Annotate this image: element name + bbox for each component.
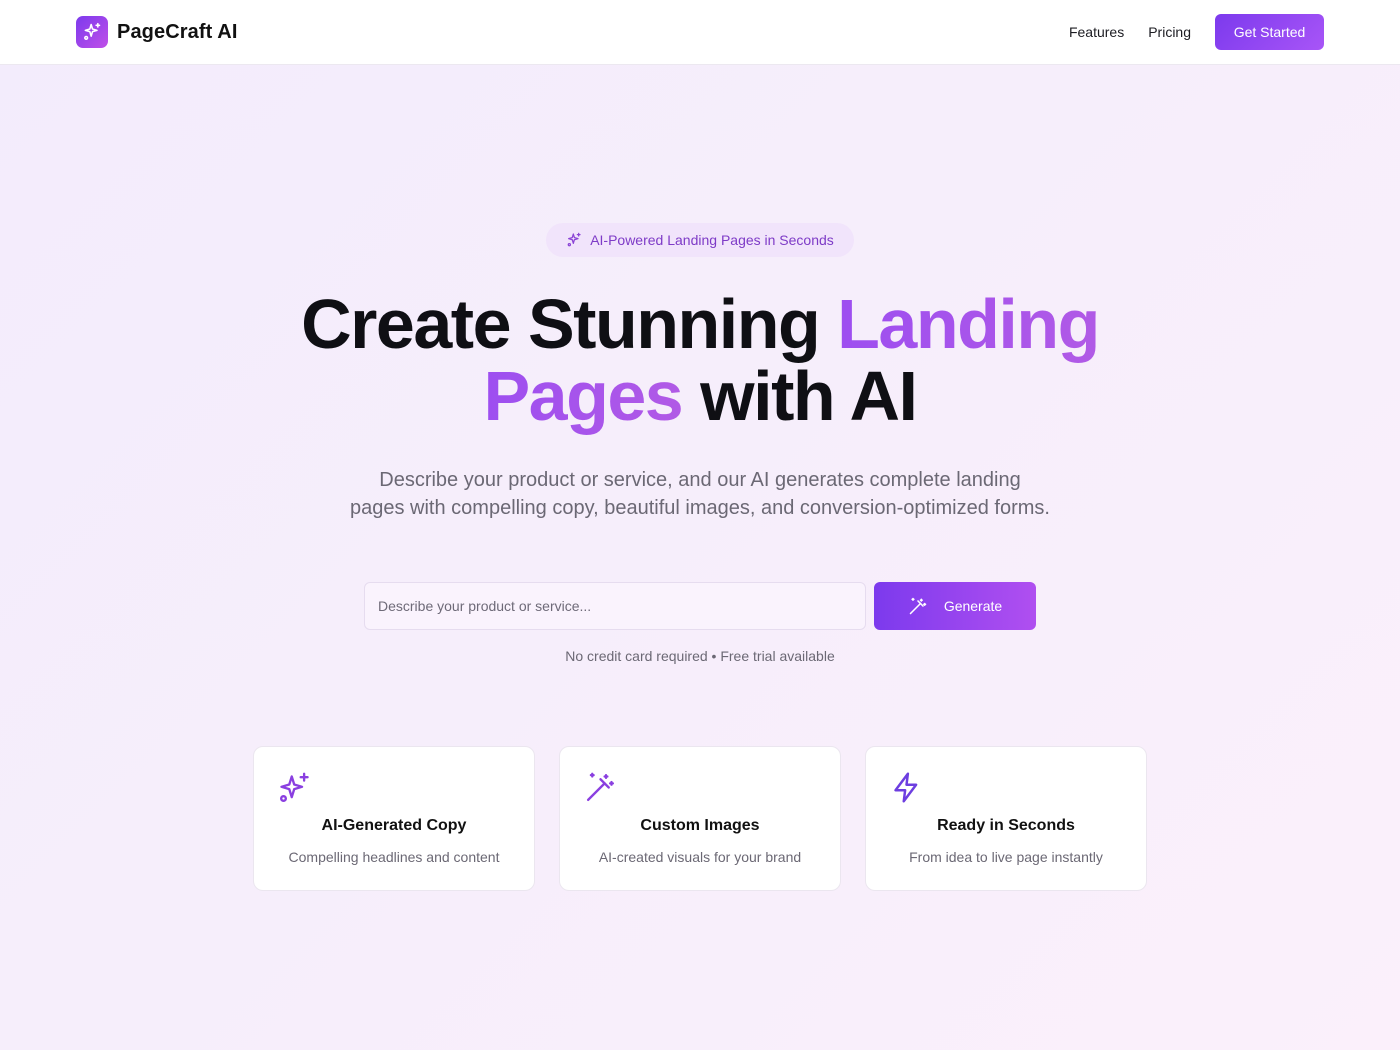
- feature-title: Ready in Seconds: [937, 817, 1075, 834]
- hero-title-part1: Create Stunning: [301, 285, 838, 363]
- feature-title: Custom Images: [640, 817, 760, 834]
- generate-button-label: Generate: [943, 598, 1003, 614]
- hero-badge-label: AI-Powered Landing Pages in Seconds: [590, 232, 834, 248]
- hero-title: Create Stunning Landing Pages with AI: [0, 288, 1400, 432]
- nav-links: Features Pricing Get Started: [1069, 14, 1324, 50]
- hero-title-accent2: Pages: [483, 357, 683, 435]
- nav-link-features[interactable]: Features: [1069, 24, 1124, 40]
- get-started-button[interactable]: Get Started: [1215, 14, 1324, 50]
- feature-title: AI-Generated Copy: [321, 817, 467, 834]
- magic-wand-icon: [909, 597, 927, 615]
- feature-card-images: Custom Images AI-created visuals for you…: [559, 746, 841, 891]
- hero-badge: AI-Powered Landing Pages in Seconds: [546, 223, 854, 257]
- hero-title-accent1: Landing: [837, 285, 1100, 363]
- magic-wand-icon: [586, 772, 615, 802]
- brand-name: PageCraft AI: [117, 20, 238, 43]
- brand-logo[interactable]: PageCraft AI: [76, 16, 238, 48]
- hero-title-part2: with AI: [682, 357, 918, 435]
- lightning-icon: [894, 772, 918, 803]
- feature-card-copy: AI-Generated Copy Compelling headlines a…: [253, 746, 535, 891]
- sparkles-icon: [279, 772, 309, 803]
- sparkles-icon: [76, 16, 108, 48]
- hero-note: No credit card required • Free trial ava…: [565, 648, 835, 664]
- product-description-input[interactable]: [364, 582, 866, 630]
- nav-link-pricing[interactable]: Pricing: [1148, 24, 1191, 40]
- feature-desc: From idea to live page instantly: [909, 849, 1103, 865]
- sparkles-icon: [567, 232, 581, 247]
- feature-desc: Compelling headlines and content: [288, 849, 500, 865]
- feature-desc: AI-created visuals for your brand: [598, 849, 802, 865]
- top-navbar: PageCraft AI Features Pricing Get Starte…: [0, 0, 1400, 65]
- feature-card-speed: Ready in Seconds From idea to live page …: [865, 746, 1147, 891]
- hero-subtitle: Describe your product or service, and ou…: [350, 469, 1050, 519]
- generate-button[interactable]: Generate: [874, 582, 1036, 630]
